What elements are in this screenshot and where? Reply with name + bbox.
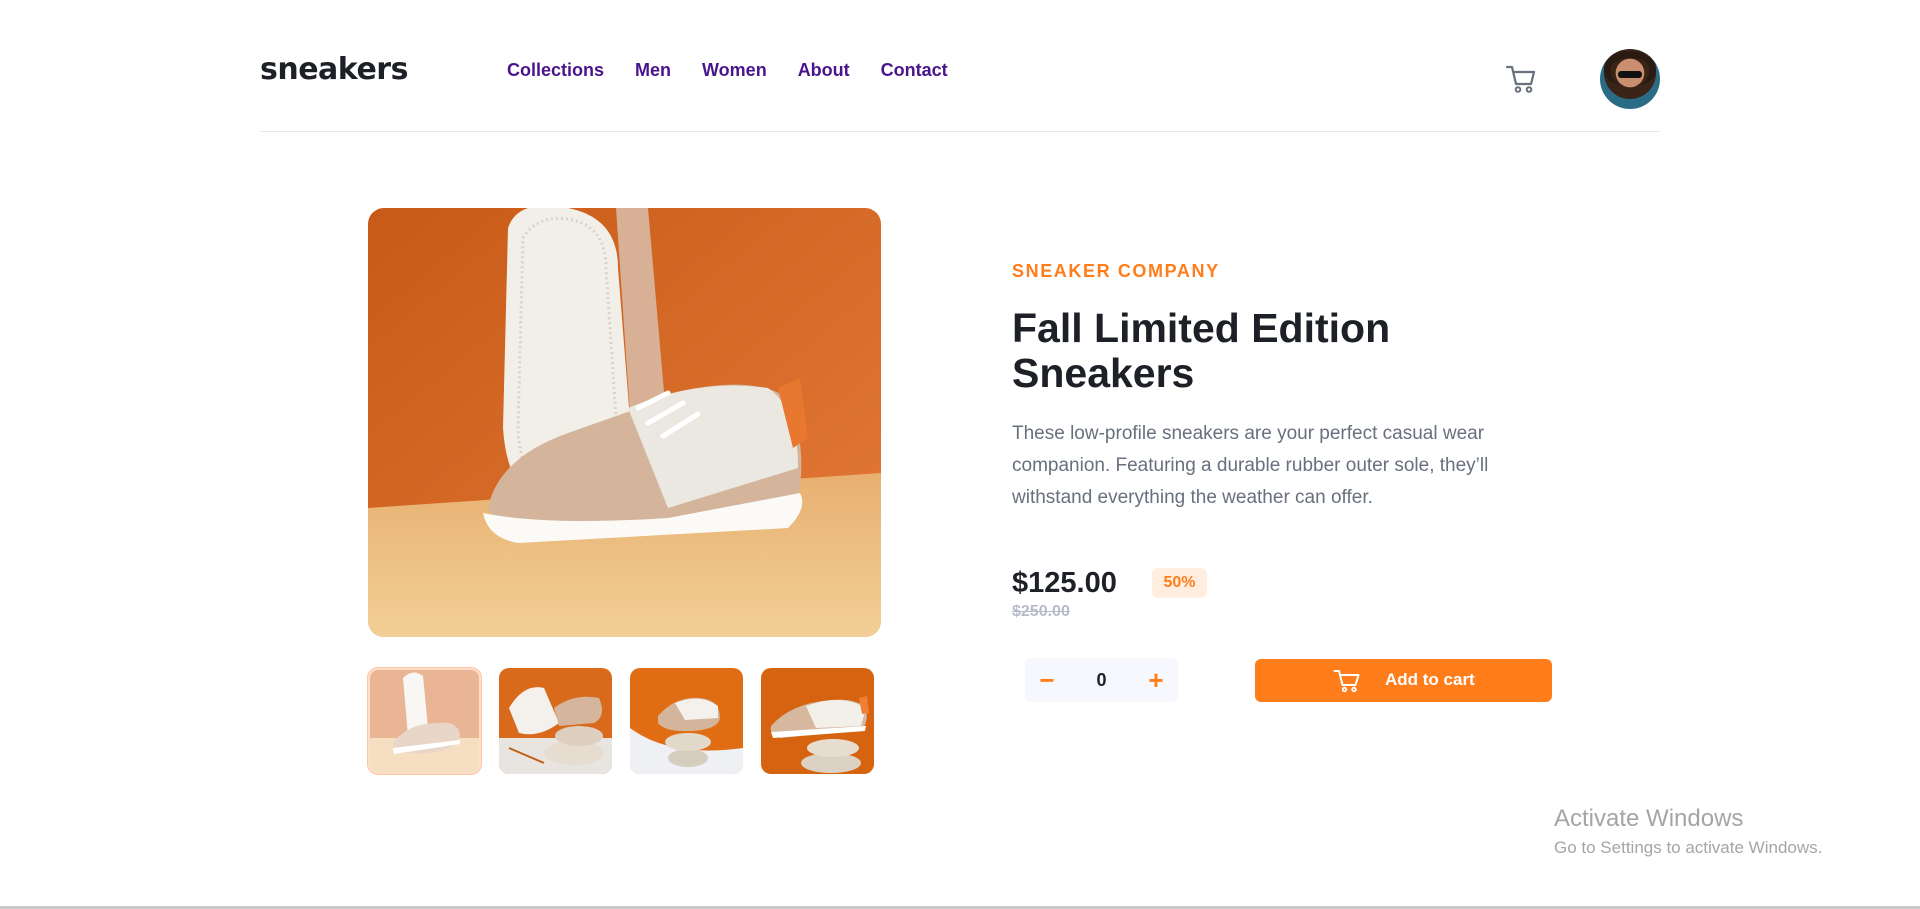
product-description: These low-profile sneakers are your perf… [1012, 423, 1489, 508]
nav-women[interactable]: Women [702, 58, 767, 82]
add-to-cart-button[interactable]: Add to cart [1255, 659, 1552, 702]
cart-icon[interactable] [1505, 64, 1537, 94]
quantity-stepper: − 0 + [1025, 658, 1178, 702]
main-nav: Collections Men Women About Contact [507, 58, 948, 82]
minus-icon[interactable]: − [1032, 665, 1062, 695]
activation-watermark-title: Activate Windows [1554, 805, 1744, 832]
nav-about[interactable]: About [798, 58, 850, 82]
thumbnail-strip [367, 667, 874, 775]
site-header: sneakers Collections Men Women About Con… [260, 0, 1660, 132]
thumbnail-1[interactable] [367, 667, 482, 775]
nav-men[interactable]: Men [635, 58, 671, 82]
product-title: Fall Limited Edition Sneakers [1012, 305, 1391, 396]
discount-badge: 50% [1152, 568, 1207, 598]
add-to-cart-label: Add to cart [1385, 670, 1475, 689]
activation-watermark-subtitle: Go to Settings to activate Windows. [1554, 838, 1823, 857]
thumbnail-2[interactable] [499, 668, 612, 774]
nav-contact[interactable]: Contact [881, 58, 948, 82]
avatar[interactable] [1600, 49, 1660, 109]
thumbnail-4[interactable] [761, 668, 874, 774]
original-price: $250.00 [1012, 603, 1070, 620]
avatar-hair [1604, 51, 1656, 85]
avatar-glasses [1618, 71, 1642, 78]
product-main-image[interactable] [368, 208, 881, 637]
plus-icon[interactable]: + [1141, 665, 1171, 695]
nav-collections[interactable]: Collections [507, 58, 604, 82]
cart-icon [1333, 669, 1361, 693]
company-label: SNEAKER COMPANY [1012, 261, 1220, 281]
current-price: $125.00 [1012, 567, 1117, 599]
logo[interactable]: sneakers [260, 52, 408, 88]
thumbnail-3[interactable] [630, 668, 743, 774]
quantity-value: 0 [1096, 670, 1107, 690]
